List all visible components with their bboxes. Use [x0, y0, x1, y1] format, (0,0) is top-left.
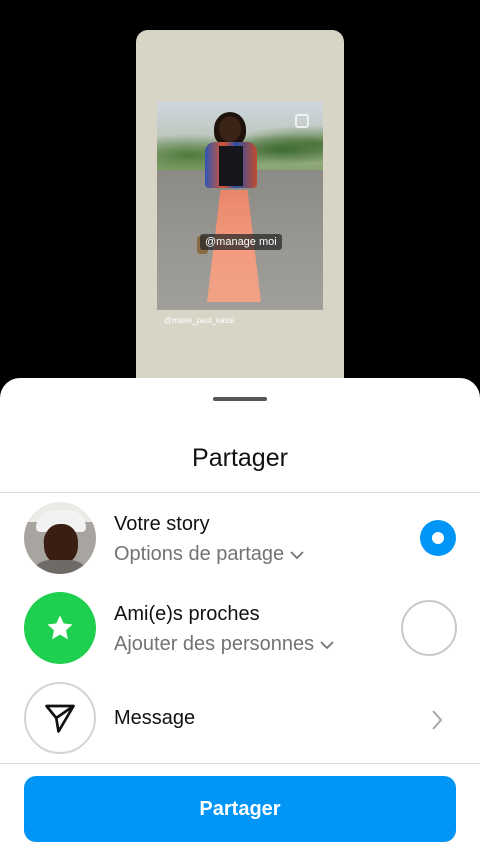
- sheet-grabber[interactable]: [213, 397, 267, 401]
- option-close-friends[interactable]: Ami(e)s proches Ajouter des personnes: [0, 585, 480, 671]
- radio-selected[interactable]: [420, 520, 456, 556]
- chevron-down-icon: [320, 640, 334, 649]
- add-people-dropdown[interactable]: Ajouter des personnes: [114, 633, 334, 656]
- option-your-story[interactable]: Votre story Options de partage: [0, 495, 480, 581]
- sheet-title: Partager: [192, 444, 288, 472]
- sharing-options-dropdown[interactable]: Options de partage: [114, 543, 304, 566]
- option-title: Ami(e)s proches: [114, 603, 260, 625]
- option-subtitle: Options de partage: [114, 543, 285, 565]
- chevron-right-icon: [432, 710, 443, 730]
- share-button[interactable]: Partager: [24, 776, 456, 842]
- radio-unselected[interactable]: [401, 600, 457, 656]
- avatar: [24, 502, 96, 574]
- option-title: Message: [114, 707, 196, 729]
- divider: [0, 492, 480, 493]
- story-photo: [157, 102, 323, 310]
- option-message[interactable]: Message: [0, 675, 480, 761]
- person-figure: [193, 110, 273, 310]
- multi-photo-icon: [295, 114, 309, 128]
- story-preview-card: @manage moi @marie_paul_kassi: [136, 30, 344, 410]
- option-title: Votre story: [114, 513, 210, 535]
- chevron-down-icon: [290, 550, 304, 559]
- photo-credit: @marie_paul_kassi: [164, 316, 235, 325]
- message-badge: [24, 682, 96, 754]
- star-icon: [47, 615, 73, 640]
- share-sheet: Partager Votre story Options de partage …: [0, 378, 480, 854]
- option-subtitle: Ajouter des personnes: [114, 633, 315, 655]
- send-icon: [45, 704, 75, 733]
- close-friends-badge: [24, 592, 96, 664]
- mention-sticker[interactable]: @manage moi: [200, 234, 282, 250]
- divider: [0, 763, 480, 764]
